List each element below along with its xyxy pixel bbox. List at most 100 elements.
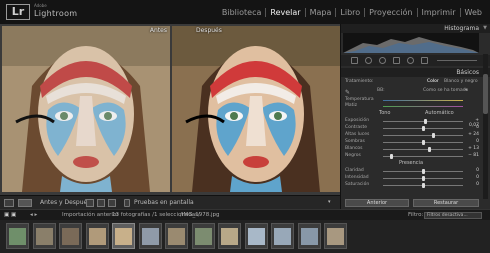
filename-label: /IMG_1978.jpg: [180, 212, 220, 218]
thumbnail-image: [221, 228, 238, 245]
wb-dropdown-icon[interactable]: ▾: [465, 88, 467, 93]
tone-label: Tono: [379, 110, 391, 116]
thumbnail-image: [194, 228, 212, 245]
crop-tool-icon[interactable]: [351, 57, 358, 64]
tone-slider-knob[interactable]: [422, 140, 425, 145]
brand-name: Lightroom: [34, 9, 78, 18]
tint-label: Matiz: [345, 103, 358, 108]
thumbnail-image: [35, 228, 53, 245]
presence-label: Claridad: [345, 168, 364, 173]
module-library[interactable]: Biblioteca: [218, 8, 266, 17]
filmstrip-nav-arrows[interactable]: ◂ ▸: [30, 212, 37, 218]
after-label: Después: [196, 27, 222, 34]
treatment-color-option[interactable]: Color: [427, 79, 439, 84]
module-book[interactable]: Libro: [335, 8, 364, 17]
adjustment-brush-icon[interactable]: [421, 57, 428, 64]
red-eye-tool-icon[interactable]: [379, 57, 386, 64]
tone-slider-knob[interactable]: [390, 154, 393, 159]
thumbnail-image: [300, 228, 318, 245]
filmstrip-thumbnail[interactable]: [191, 223, 215, 249]
tone-label: Sombras: [345, 139, 365, 144]
swap-before-after-button[interactable]: [86, 199, 94, 207]
filmstrip-thumbnail[interactable]: [165, 223, 188, 249]
before-photo[interactable]: Antes: [2, 26, 170, 192]
filmstrip-thumbnail[interactable]: [271, 223, 294, 249]
thumbnail-image: [62, 228, 79, 245]
tone-value[interactable]: + 13: [465, 146, 479, 151]
filmstrip-thumbnail[interactable]: [112, 223, 135, 249]
module-map[interactable]: Mapa: [304, 8, 336, 17]
previous-button[interactable]: Anterior: [345, 199, 409, 207]
soft-proofing-checkbox[interactable]: [124, 199, 130, 207]
import-source-label[interactable]: Importación anterior: [62, 212, 119, 218]
collapse-arrow-icon: ▼: [483, 25, 487, 31]
presence-value[interactable]: 0: [465, 175, 479, 180]
filmstrip-thumbnail[interactable]: [85, 223, 109, 249]
filter-label: Filtro:: [408, 212, 424, 218]
tone-slider-knob[interactable]: [427, 147, 431, 152]
filmstrip-thumbnail[interactable]: [297, 223, 321, 249]
wb-eyedropper-icon[interactable]: ✎: [345, 89, 350, 96]
presence-label: Saturación: [345, 182, 370, 187]
after-photo[interactable]: Después: [172, 26, 340, 192]
tone-slider[interactable]: [383, 156, 463, 157]
soft-proofing-label: Pruebas en pantalla: [134, 199, 194, 206]
tone-slider-knob[interactable]: [422, 126, 425, 131]
module-picker: Biblioteca Revelar Mapa Libro Proyección…: [218, 8, 486, 17]
filmstrip-secondary-window-icon[interactable]: ▣ ▣: [4, 212, 16, 218]
filmstrip-thumbnail[interactable]: [138, 223, 162, 249]
loupe-view-button[interactable]: [4, 199, 14, 207]
tone-value[interactable]: 0: [465, 125, 479, 130]
presence-value[interactable]: 0: [465, 182, 479, 187]
filmstrip-thumbnail[interactable]: [244, 223, 268, 249]
copy-before-settings-button[interactable]: [97, 199, 105, 207]
tone-slider-knob[interactable]: [423, 119, 427, 124]
tone-value[interactable]: + 24: [465, 132, 479, 137]
wb-select[interactable]: Como se ha tomado: [423, 88, 468, 93]
tone-value[interactable]: 0: [465, 139, 479, 144]
tone-label: Altas luces: [345, 132, 370, 137]
histogram-header[interactable]: Histograma ▼: [341, 24, 490, 33]
treatment-bw-option[interactable]: Blanco y negro: [444, 79, 478, 84]
toolbar-menu-icon[interactable]: ▾: [328, 199, 331, 205]
tone-slider[interactable]: [383, 135, 463, 136]
basics-header[interactable]: Básicos ▼: [341, 68, 490, 77]
photo-viewer: Antes Después: [0, 24, 340, 195]
module-slideshow[interactable]: Proyección: [364, 8, 416, 17]
tint-slider[interactable]: [383, 106, 463, 107]
radial-filter-icon[interactable]: [407, 57, 414, 64]
reset-button[interactable]: Restaurar: [413, 199, 479, 207]
panel-scrollbar[interactable]: [483, 54, 488, 199]
module-web[interactable]: Web: [459, 8, 486, 17]
module-develop[interactable]: Revelar: [265, 8, 304, 17]
auto-tone-button[interactable]: Automático: [425, 110, 454, 116]
tone-label: Negros: [345, 153, 361, 158]
face-painting-image-after: [172, 26, 340, 192]
filmstrip-thumbnail[interactable]: [218, 223, 241, 249]
filmstrip-thumbnail[interactable]: [6, 223, 29, 249]
filmstrip-bar: ▣ ▣ ◂ ▸ Importación anterior 13 fotograf…: [0, 209, 490, 220]
before-after-view-button[interactable]: [18, 199, 32, 207]
copy-after-settings-button[interactable]: [108, 199, 116, 207]
tone-slider[interactable]: [383, 149, 463, 150]
presence-label: Presencia: [399, 160, 424, 166]
face-painting-image-before: [2, 26, 170, 192]
thumbnail-image: [274, 228, 291, 245]
tone-slider-knob[interactable]: [431, 133, 435, 138]
panel-scroll-thumb[interactable]: [483, 74, 488, 114]
filter-select[interactable]: Filtros desactiva...: [424, 212, 482, 219]
filmstrip-thumbnail[interactable]: [32, 223, 56, 249]
tone-value[interactable]: − 81: [465, 153, 479, 158]
module-print[interactable]: Imprimir: [416, 8, 460, 17]
graduated-filter-icon[interactable]: [393, 57, 400, 64]
presence-slider-knob[interactable]: [422, 176, 425, 181]
presence-value[interactable]: 0: [465, 168, 479, 173]
filmstrip-thumbnail[interactable]: [59, 223, 82, 249]
top-bar: Lr Adobe Lightroom Biblioteca Revelar Ma…: [0, 0, 490, 24]
before-after-mode-label: Antes y Después:: [40, 199, 93, 206]
temperature-slider[interactable]: [383, 100, 463, 101]
spot-removal-tool-icon[interactable]: [365, 57, 372, 64]
filmstrip-thumbnail[interactable]: [324, 223, 347, 249]
presence-slider-knob[interactable]: [422, 183, 425, 188]
presence-slider-knob[interactable]: [422, 169, 425, 174]
